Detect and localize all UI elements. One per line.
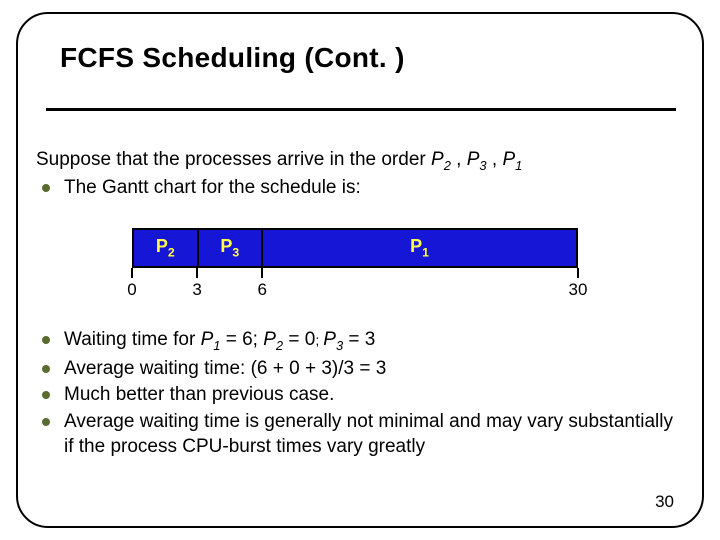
bullet-dot-icon: [42, 418, 50, 426]
bullet-dot-icon: [42, 336, 50, 344]
gantt-chart: P2P3P1 03630: [132, 228, 578, 302]
tick-mark-icon: [131, 268, 133, 278]
bullet-3-text: Much better than previous case.: [64, 383, 334, 408]
bullet-dot-icon: [42, 365, 50, 373]
gantt-segment: P2: [134, 230, 199, 266]
intro-bullet-row: The Gantt chart for the schedule is:: [36, 176, 684, 200]
bullet-list: Waiting time for P1 = 6; P2 = 0; P3 = 3 …: [36, 326, 684, 460]
gantt-bar: P2 P3 P1: [132, 228, 578, 268]
gantt-segment: P1: [263, 230, 576, 266]
gantt-tick: 6: [244, 268, 280, 300]
gantt-tick: 30: [560, 268, 596, 300]
bullet-4-text: Average waiting time is generally not mi…: [64, 410, 684, 459]
list-item: Much better than previous case.: [36, 383, 684, 408]
tick-mark-icon: [261, 268, 263, 278]
list-item: Average waiting time: (6 + 0 + 3)/3 = 3: [36, 357, 684, 382]
tick-mark-icon: [196, 268, 198, 278]
tick-label: 3: [179, 280, 215, 300]
tick-label: 0: [114, 280, 150, 300]
bullet-dot-icon: [42, 184, 50, 192]
gantt-tick: 0: [114, 268, 150, 300]
list-item: Average waiting time is generally not mi…: [36, 410, 684, 459]
gantt-segment: P3: [199, 230, 264, 266]
gantt-segment-label: P2: [156, 236, 175, 260]
intro-text: Suppose that the processes arrive in the…: [36, 148, 684, 201]
proc-p1: P1: [502, 149, 522, 170]
tick-label: 6: [244, 280, 280, 300]
tick-label: 30: [560, 280, 596, 300]
gantt-tick: 3: [179, 268, 215, 300]
intro-prefix: Suppose that the processes arrive in the…: [36, 149, 431, 170]
tick-mark-icon: [577, 268, 579, 278]
proc-p3: P3: [467, 149, 487, 170]
slide: FCFS Scheduling (Cont. ) Suppose that th…: [0, 0, 720, 540]
gantt-segment-label: P3: [220, 236, 239, 260]
page-title: FCFS Scheduling (Cont. ): [60, 42, 405, 74]
intro-bullet-text: The Gantt chart for the schedule is:: [64, 176, 361, 200]
proc-p2: P2: [431, 149, 451, 170]
list-item: Waiting time for P1 = 6; P2 = 0; P3 = 3: [36, 328, 684, 355]
intro-line: Suppose that the processes arrive in the…: [36, 148, 684, 174]
page-number: 30: [655, 492, 674, 512]
bullet-dot-icon: [42, 391, 50, 399]
gantt-segment-label: P1: [410, 236, 429, 260]
gantt-ticks: 03630: [132, 268, 578, 302]
bullet-1-text: Waiting time for P1 = 6; P2 = 0; P3 = 3: [64, 328, 375, 355]
title-divider: [46, 108, 676, 111]
bullet-2-text: Average waiting time: (6 + 0 + 3)/3 = 3: [64, 357, 386, 382]
